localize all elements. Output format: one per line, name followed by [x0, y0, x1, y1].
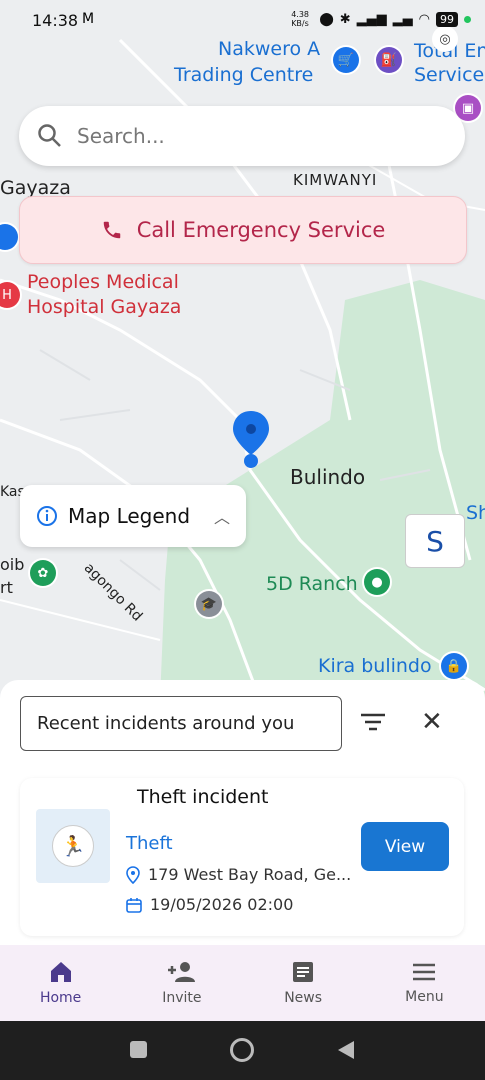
- person-add-icon: [167, 962, 195, 982]
- info-icon: [37, 506, 57, 526]
- back-icon[interactable]: [336, 1039, 356, 1061]
- menu-icon: [413, 963, 436, 981]
- status-time: 14:38: [32, 11, 79, 30]
- map-label-trading-centre: Trading Centre: [174, 64, 314, 86]
- recent-apps-icon[interactable]: [130, 1041, 147, 1058]
- location-status-icon: ⬤: [319, 11, 334, 27]
- signal-icon: ▂▄▆: [356, 11, 387, 27]
- ranch-icon[interactable]: ●: [364, 569, 390, 595]
- search-input[interactable]: [75, 123, 439, 149]
- map-legend-toggle[interactable]: Map Legend ︿: [20, 485, 246, 547]
- filter-icon[interactable]: [360, 712, 386, 732]
- gmail-icon: M: [82, 11, 95, 27]
- map-view[interactable]: Nakwero A Trading Centre Total En Servic…: [0, 0, 485, 700]
- location-icon: [126, 865, 140, 884]
- nav-invite[interactable]: Invite: [121, 945, 242, 1021]
- system-navigation-bar: [0, 1021, 485, 1080]
- incident-address: 179 West Bay Road, Ge...: [148, 865, 352, 884]
- nav-news[interactable]: News: [243, 945, 364, 1021]
- incident-date-row: 19/05/2026 02:00: [126, 895, 293, 914]
- emergency-label: Call Emergency Service: [136, 218, 386, 242]
- map-label-kira-bulindo: Kira bulindo: [318, 655, 432, 677]
- incident-title: Theft incident: [137, 786, 269, 808]
- school-icon[interactable]: 🎓: [196, 591, 222, 617]
- legend-label: Map Legend: [68, 504, 191, 528]
- calendar-icon: [126, 897, 142, 913]
- incident-thumbnail: 🏃: [36, 809, 110, 883]
- status-bar: 14:38 M 4.38 KB/s ⬤ ✱ ▂▄▆ ▂▄ ◠ 99: [0, 0, 485, 44]
- view-incident-button[interactable]: View: [361, 822, 449, 871]
- close-icon[interactable]: ✕: [421, 709, 443, 735]
- map-background: [0, 38, 485, 700]
- incidents-panel: Recent incidents around you ✕ Theft inci…: [0, 680, 485, 945]
- incident-type[interactable]: Theft: [126, 833, 173, 854]
- phone-icon: [103, 221, 120, 239]
- news-icon: [293, 962, 314, 982]
- incidents-header-label: Recent incidents around you: [37, 713, 295, 734]
- map-label-bulindo: Bulindo: [290, 465, 366, 489]
- business-logo-icon[interactable]: S: [405, 514, 465, 568]
- map-label-hospital-line2: Hospital Gayaza: [27, 296, 182, 318]
- nav-invite-label: Invite: [162, 990, 202, 1006]
- bluetooth-icon: ✱: [339, 11, 351, 27]
- map-label-hospital-line1: Peoples Medical: [27, 271, 179, 293]
- lock-icon[interactable]: 🔒: [441, 653, 467, 679]
- map-label-ranch: 5D Ranch: [266, 573, 358, 595]
- home-button-icon[interactable]: [230, 1038, 254, 1062]
- wifi-icon: ◠: [418, 11, 430, 27]
- incidents-header[interactable]: Recent incidents around you: [20, 696, 342, 751]
- incident-card[interactable]: Theft incident 🏃 Theft 179 West Bay Road…: [20, 778, 464, 936]
- bottom-navigation: Home Invite News Menu: [0, 945, 485, 1021]
- map-label-sh: Sh: [466, 502, 485, 524]
- nav-menu[interactable]: Menu: [364, 945, 485, 1021]
- nav-home-label: Home: [39, 990, 82, 1006]
- shopping-cart-icon[interactable]: 🛒: [333, 47, 359, 73]
- map-label-kimwanyi: KIMWANYI: [293, 171, 378, 189]
- incident-datetime: 19/05/2026 02:00: [150, 895, 294, 914]
- incident-address-row: 179 West Bay Road, Ge...: [126, 865, 351, 884]
- privacy-dot-icon: [464, 15, 471, 23]
- map-label-oib: oib: [0, 555, 25, 574]
- home-icon: [50, 962, 71, 982]
- call-emergency-button[interactable]: Call Emergency Service: [19, 196, 467, 264]
- fuel-station-icon[interactable]: ⛽: [376, 47, 402, 73]
- location-pin-icon[interactable]: [231, 409, 271, 469]
- signal-2-icon: ▂▄: [392, 11, 413, 27]
- search-icon: [38, 124, 61, 147]
- nav-home[interactable]: Home: [0, 945, 121, 1021]
- nav-menu-label: Menu: [405, 989, 444, 1005]
- chevron-up-icon: ︿: [213, 508, 230, 527]
- search-bar[interactable]: [19, 106, 465, 166]
- network-speed: 4.38 KB/s: [291, 10, 309, 28]
- park-icon[interactable]: ✿: [30, 560, 56, 586]
- nav-news-label: News: [284, 990, 323, 1006]
- theft-icon: 🏃: [52, 825, 94, 867]
- map-label-service: Service: [414, 64, 485, 86]
- map-label-rt: rt: [0, 578, 13, 597]
- battery-icon: 99: [436, 11, 458, 27]
